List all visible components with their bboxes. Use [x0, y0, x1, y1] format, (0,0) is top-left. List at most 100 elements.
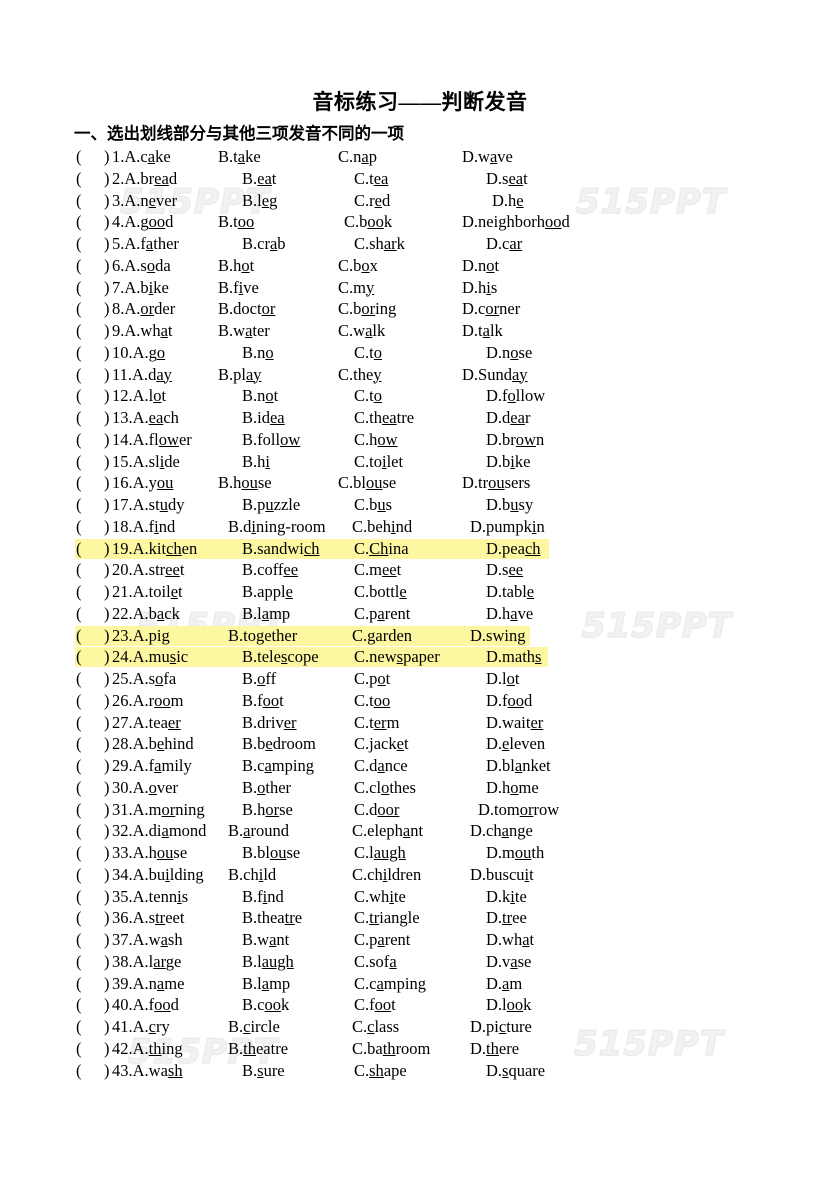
- answer-option[interactable]: B.take: [218, 146, 261, 168]
- answer-option[interactable]: 26.A.room: [112, 690, 184, 712]
- answer-option[interactable]: B.eat: [242, 168, 276, 190]
- answer-option[interactable]: D.busy: [486, 494, 533, 516]
- answer-option[interactable]: B.camping: [242, 755, 314, 777]
- answer-option[interactable]: C.white: [354, 886, 406, 908]
- answer-blank-close-paren[interactable]: ): [104, 320, 110, 342]
- answer-option[interactable]: D.follow: [486, 385, 545, 407]
- answer-option[interactable]: C.book: [344, 211, 392, 233]
- answer-option[interactable]: 32.A.diamond: [112, 820, 206, 842]
- answer-blank-open-paren[interactable]: (: [76, 364, 82, 386]
- answer-blank-close-paren[interactable]: ): [104, 603, 110, 625]
- answer-blank-close-paren[interactable]: ): [104, 690, 110, 712]
- answer-option[interactable]: C.newspaper: [354, 646, 440, 668]
- answer-option[interactable]: 37.A.wash: [112, 929, 183, 951]
- answer-option[interactable]: B.hi: [242, 451, 270, 473]
- answer-option[interactable]: D.mouth: [486, 842, 544, 864]
- answer-option[interactable]: 4.A.good: [112, 211, 173, 233]
- answer-option[interactable]: 11.A.day: [112, 364, 172, 386]
- answer-option[interactable]: D.have: [486, 603, 533, 625]
- answer-blank-close-paren[interactable]: ): [104, 168, 110, 190]
- answer-option[interactable]: B.circle: [228, 1016, 280, 1038]
- answer-blank-close-paren[interactable]: ): [104, 1016, 110, 1038]
- answer-blank-open-paren[interactable]: (: [76, 668, 82, 690]
- answer-option[interactable]: 27.A.teaer: [112, 712, 181, 734]
- answer-option[interactable]: C.tea: [354, 168, 388, 190]
- answer-option[interactable]: C.theatre: [354, 407, 414, 429]
- answer-option[interactable]: B.coffee: [242, 559, 298, 581]
- answer-blank-open-paren[interactable]: (: [76, 733, 82, 755]
- answer-option[interactable]: D.corner: [462, 298, 520, 320]
- answer-option[interactable]: 5.A.father: [112, 233, 179, 255]
- answer-option[interactable]: C.walk: [338, 320, 385, 342]
- answer-option[interactable]: C.pot: [354, 668, 390, 690]
- answer-option[interactable]: B.follow: [242, 429, 300, 451]
- answer-option[interactable]: D.swing: [470, 625, 525, 647]
- answer-blank-open-paren[interactable]: (: [76, 712, 82, 734]
- answer-option[interactable]: B.house: [218, 472, 272, 494]
- answer-option[interactable]: 39.A.name: [112, 973, 184, 995]
- answer-option[interactable]: C.to: [354, 385, 382, 407]
- answer-option[interactable]: 40.A.food: [112, 994, 179, 1016]
- answer-option[interactable]: D.maths: [486, 646, 541, 668]
- answer-option[interactable]: C.too: [354, 690, 390, 712]
- answer-option[interactable]: D.lot: [486, 668, 519, 690]
- answer-option[interactable]: C.red: [354, 190, 390, 212]
- answer-option[interactable]: D.peach: [486, 538, 541, 560]
- answer-blank-open-paren[interactable]: (: [76, 907, 82, 929]
- answer-blank-close-paren[interactable]: ): [104, 777, 110, 799]
- answer-option[interactable]: 1.A.cake: [112, 146, 171, 168]
- answer-option[interactable]: C.clothes: [354, 777, 416, 799]
- answer-option[interactable]: D.tree: [486, 907, 527, 929]
- answer-option[interactable]: B.too: [218, 211, 254, 233]
- answer-option[interactable]: D.pumpkin: [470, 516, 545, 538]
- answer-option[interactable]: C.behind: [352, 516, 412, 538]
- answer-option[interactable]: C.jacket: [354, 733, 409, 755]
- answer-option[interactable]: 16.A.you: [112, 472, 173, 494]
- answer-blank-close-paren[interactable]: ): [104, 973, 110, 995]
- answer-option[interactable]: C.boring: [338, 298, 396, 320]
- answer-blank-close-paren[interactable]: ): [104, 255, 110, 277]
- answer-option[interactable]: C.garden: [352, 625, 412, 647]
- answer-blank-close-paren[interactable]: ): [104, 625, 110, 647]
- answer-blank-open-paren[interactable]: (: [76, 951, 82, 973]
- answer-option[interactable]: D.trousers: [462, 472, 530, 494]
- answer-option[interactable]: C.bathroom: [352, 1038, 430, 1060]
- answer-option[interactable]: C.toilet: [354, 451, 403, 473]
- answer-blank-open-paren[interactable]: (: [76, 298, 82, 320]
- answer-option[interactable]: C.blouse: [338, 472, 396, 494]
- answer-option[interactable]: B.play: [218, 364, 262, 386]
- answer-blank-close-paren[interactable]: ): [104, 559, 110, 581]
- answer-blank-open-paren[interactable]: (: [76, 603, 82, 625]
- answer-blank-open-paren[interactable]: (: [76, 211, 82, 233]
- answer-blank-close-paren[interactable]: ): [104, 842, 110, 864]
- answer-blank-close-paren[interactable]: ): [104, 516, 110, 538]
- answer-option[interactable]: B.theatre: [228, 1038, 288, 1060]
- answer-option[interactable]: D.am: [486, 973, 522, 995]
- answer-option[interactable]: 15.A.slide: [112, 451, 180, 473]
- answer-option[interactable]: D.seat: [486, 168, 528, 190]
- answer-option[interactable]: D.food: [486, 690, 532, 712]
- answer-blank-open-paren[interactable]: (: [76, 494, 82, 516]
- answer-blank-open-paren[interactable]: (: [76, 777, 82, 799]
- answer-blank-close-paren[interactable]: ): [104, 886, 110, 908]
- answer-blank-close-paren[interactable]: ): [104, 712, 110, 734]
- answer-option[interactable]: 43.A.wash: [112, 1060, 183, 1082]
- answer-option[interactable]: B.apple: [242, 581, 293, 603]
- answer-blank-close-paren[interactable]: ): [104, 929, 110, 951]
- answer-blank-open-paren[interactable]: (: [76, 820, 82, 842]
- answer-option[interactable]: C.shape: [354, 1060, 407, 1082]
- answer-option[interactable]: 42.A.thing: [112, 1038, 183, 1060]
- answer-blank-close-paren[interactable]: ): [104, 407, 110, 429]
- answer-blank-close-paren[interactable]: ): [104, 429, 110, 451]
- answer-blank-open-paren[interactable]: (: [76, 190, 82, 212]
- answer-blank-open-paren[interactable]: (: [76, 1060, 82, 1082]
- answer-option[interactable]: D.waiter: [486, 712, 543, 734]
- answer-option[interactable]: 17.A.study: [112, 494, 184, 516]
- answer-blank-close-paren[interactable]: ): [104, 755, 110, 777]
- answer-option[interactable]: 29.A.family: [112, 755, 192, 777]
- answer-option[interactable]: B.theatre: [242, 907, 302, 929]
- answer-blank-open-paren[interactable]: (: [76, 255, 82, 277]
- answer-blank-close-paren[interactable]: ): [104, 342, 110, 364]
- answer-option[interactable]: D.see: [486, 559, 523, 581]
- answer-blank-close-paren[interactable]: ): [104, 472, 110, 494]
